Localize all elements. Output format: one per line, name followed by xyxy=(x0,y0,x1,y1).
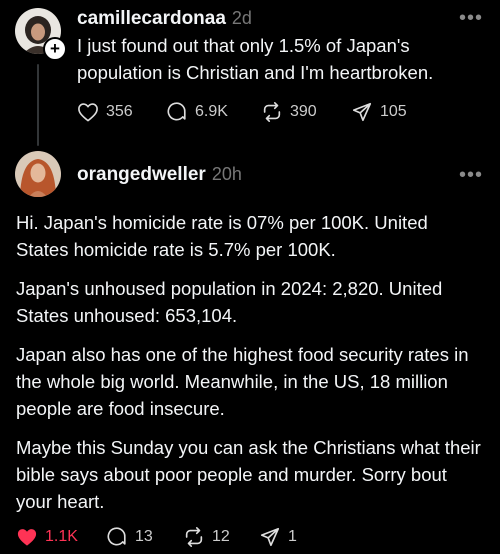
reply-paragraph: Japan also has one of the highest food s… xyxy=(16,344,469,419)
reply-reply-count: 13 xyxy=(135,528,153,545)
post-share-count: 105 xyxy=(380,103,407,120)
reply-share-button[interactable]: 1 xyxy=(259,524,297,550)
reply-more-icon[interactable]: ••• xyxy=(459,165,483,185)
post-repost-button[interactable]: 390 xyxy=(261,99,317,125)
repost-icon xyxy=(263,102,281,122)
reply-paragraph: Maybe this Sunday you can ask the Christ… xyxy=(16,437,481,512)
reply-author-avatar[interactable] xyxy=(15,151,61,197)
reply-repost-button[interactable]: 12 xyxy=(183,524,230,550)
reply-body: Hi. Japan's homicide rate is 07% per 100… xyxy=(16,209,484,527)
comment-icon xyxy=(107,527,126,546)
post-like-button[interactable]: 356 xyxy=(77,99,133,125)
heart-icon xyxy=(78,103,98,122)
comment-icon xyxy=(167,102,186,121)
reply-timestamp: 20h xyxy=(211,164,242,184)
post-timestamp: 2d xyxy=(231,8,252,28)
reply-like-count: 1.1K xyxy=(45,528,78,545)
post-text-line: population is Christian and I'm heartbro… xyxy=(77,62,434,83)
reply-username[interactable]: orangedweller xyxy=(77,164,206,185)
post-text-line: I just found out that only 1.5% of Japan… xyxy=(77,35,410,56)
share-icon xyxy=(260,527,280,547)
follow-plus-icon[interactable]: + xyxy=(43,37,67,61)
reply-repost-count: 12 xyxy=(212,528,230,545)
reply-share-count: 1 xyxy=(288,528,297,545)
post-text: I just found out that only 1.5% of Japan… xyxy=(77,32,487,86)
post-share-button[interactable]: 105 xyxy=(351,99,407,125)
reply-paragraph: Hi. Japan's homicide rate is 07% per 100… xyxy=(16,212,428,260)
post-reply-button[interactable]: 6.9K xyxy=(166,99,228,125)
reply-header: orangedweller 20h xyxy=(77,162,242,186)
thread-line xyxy=(37,64,39,146)
heart-icon xyxy=(17,529,37,546)
share-icon xyxy=(352,102,372,122)
reply-reply-button[interactable]: 13 xyxy=(106,524,153,550)
repost-icon xyxy=(185,527,203,547)
post-username[interactable]: camillecardonaa xyxy=(77,8,226,29)
post-more-icon[interactable]: ••• xyxy=(459,8,483,28)
post-header: camillecardonaa 2d xyxy=(77,6,252,30)
post-like-count: 356 xyxy=(106,103,133,120)
reply-paragraph: Japan's unhoused population in 2024: 2,8… xyxy=(16,278,443,326)
post-repost-count: 390 xyxy=(290,103,317,120)
reply-like-button[interactable]: 1.1K xyxy=(16,524,78,550)
post-reply-count: 6.9K xyxy=(195,103,228,120)
